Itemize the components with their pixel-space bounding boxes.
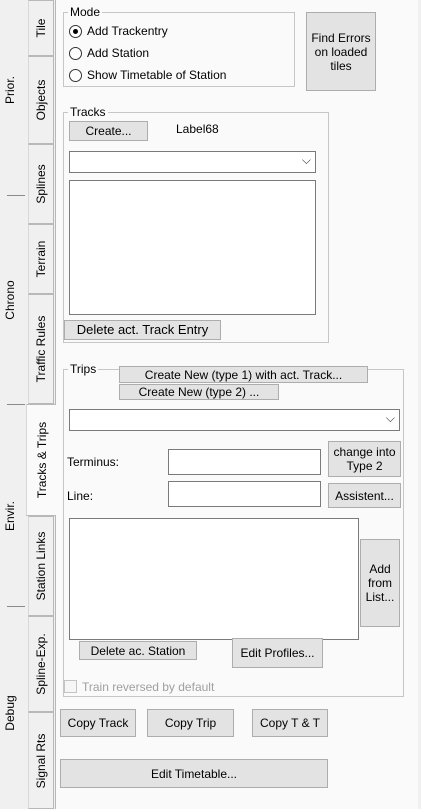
tab-spline-exp[interactable]: Spline-Exp. [28, 616, 54, 712]
group-label-debug: Debug [3, 695, 17, 731]
tab-traffic-rules-label: Traffic Rules [34, 315, 48, 383]
tab-splines[interactable]: Splines [28, 144, 54, 224]
tab-objects[interactable]: Objects [28, 56, 54, 144]
copy-track-button[interactable]: Copy Track [60, 709, 136, 737]
line-input[interactable] [168, 481, 321, 507]
label68: Label68 [176, 122, 219, 136]
tab-traffic-rules[interactable]: Traffic Rules [28, 294, 54, 404]
tab-objects-label: Objects [34, 79, 48, 121]
group-label-envir: Envir. [3, 501, 17, 532]
group-label-chrono: Chrono [3, 280, 17, 320]
radio-add-station-label[interactable]: Add Station [87, 46, 149, 60]
track-entries-list[interactable] [69, 180, 316, 315]
create-track-button[interactable]: Create... [69, 121, 148, 141]
edit-timetable-button[interactable]: Edit Timetable... [60, 759, 328, 788]
copy-tt-button[interactable]: Copy T & T [252, 709, 328, 737]
train-reversed-checkbox[interactable] [64, 680, 77, 693]
change-into-type2-button[interactable]: change into Type 2 [328, 441, 401, 477]
radio-add-trackentry-label[interactable]: Add Trackentry [87, 24, 168, 38]
tab-tracks-and-trips-label: Tracks & Trips [34, 421, 49, 499]
trip-combo[interactable]: ⌵ [69, 409, 400, 431]
tab-station-links[interactable]: Station Links [28, 516, 54, 616]
mode-legend: Mode [68, 5, 103, 19]
tab-station-links-label: Station Links [34, 531, 48, 601]
radio-show-timetable[interactable] [69, 69, 82, 82]
tab-spline-exp-label: Spline-Exp. [34, 633, 48, 695]
tab-splines-label: Splines [34, 164, 48, 204]
track-combo[interactable]: ⌵ [69, 151, 316, 173]
tab-signal-rts[interactable]: Signal Rts [28, 712, 54, 809]
trips-legend: Trips [68, 362, 99, 376]
terminus-input[interactable] [168, 449, 321, 475]
copy-trip-button[interactable]: Copy Trip [147, 709, 234, 737]
radio-show-timetable-label[interactable]: Show Timetable of Station [87, 68, 226, 82]
assistent-button[interactable]: Assistent... [328, 483, 401, 508]
group-label-prior: Prior. [3, 76, 17, 105]
group-divider [7, 195, 25, 196]
radio-add-station[interactable] [69, 47, 82, 60]
tab-signal-rts-label: Signal Rts [34, 733, 48, 788]
tab-tile[interactable]: Tile [28, 0, 54, 56]
group-divider [7, 606, 25, 607]
create-trip-type2-button[interactable]: Create New (type 2) ... [119, 384, 279, 400]
tracks-trips-page: Mode Add Trackentry Add Station Show Tim… [55, 0, 418, 809]
terminus-label: Terminus: [67, 455, 120, 469]
tab-terrain[interactable]: Terrain [28, 224, 54, 294]
tab-terrain-label: Terrain [34, 240, 48, 278]
delete-track-entry-button[interactable]: Delete act. Track Entry [64, 320, 221, 340]
radio-add-trackentry[interactable] [69, 25, 82, 38]
tab-tile-label: Tile [34, 18, 48, 38]
train-reversed-label[interactable]: Train reversed by default [82, 680, 214, 694]
stations-list[interactable] [69, 518, 359, 640]
chevron-down-icon: ⌵ [385, 411, 395, 425]
find-errors-button[interactable]: Find Errors on loaded tiles [306, 12, 376, 91]
tracks-legend: Tracks [68, 105, 108, 119]
edit-profiles-button[interactable]: Edit Profiles... [232, 638, 323, 668]
chevron-down-icon: ⌵ [301, 153, 311, 167]
delete-station-button[interactable]: Delete ac. Station [79, 641, 197, 660]
line-label: Line: [67, 489, 94, 503]
tab-tracks-and-trips[interactable]: Tracks & Trips [26, 404, 56, 516]
group-divider [7, 404, 25, 405]
add-from-list-button[interactable]: Add from List... [360, 539, 400, 627]
create-trip-type1-button[interactable]: Create New (type 1) with act. Track... [119, 366, 368, 383]
